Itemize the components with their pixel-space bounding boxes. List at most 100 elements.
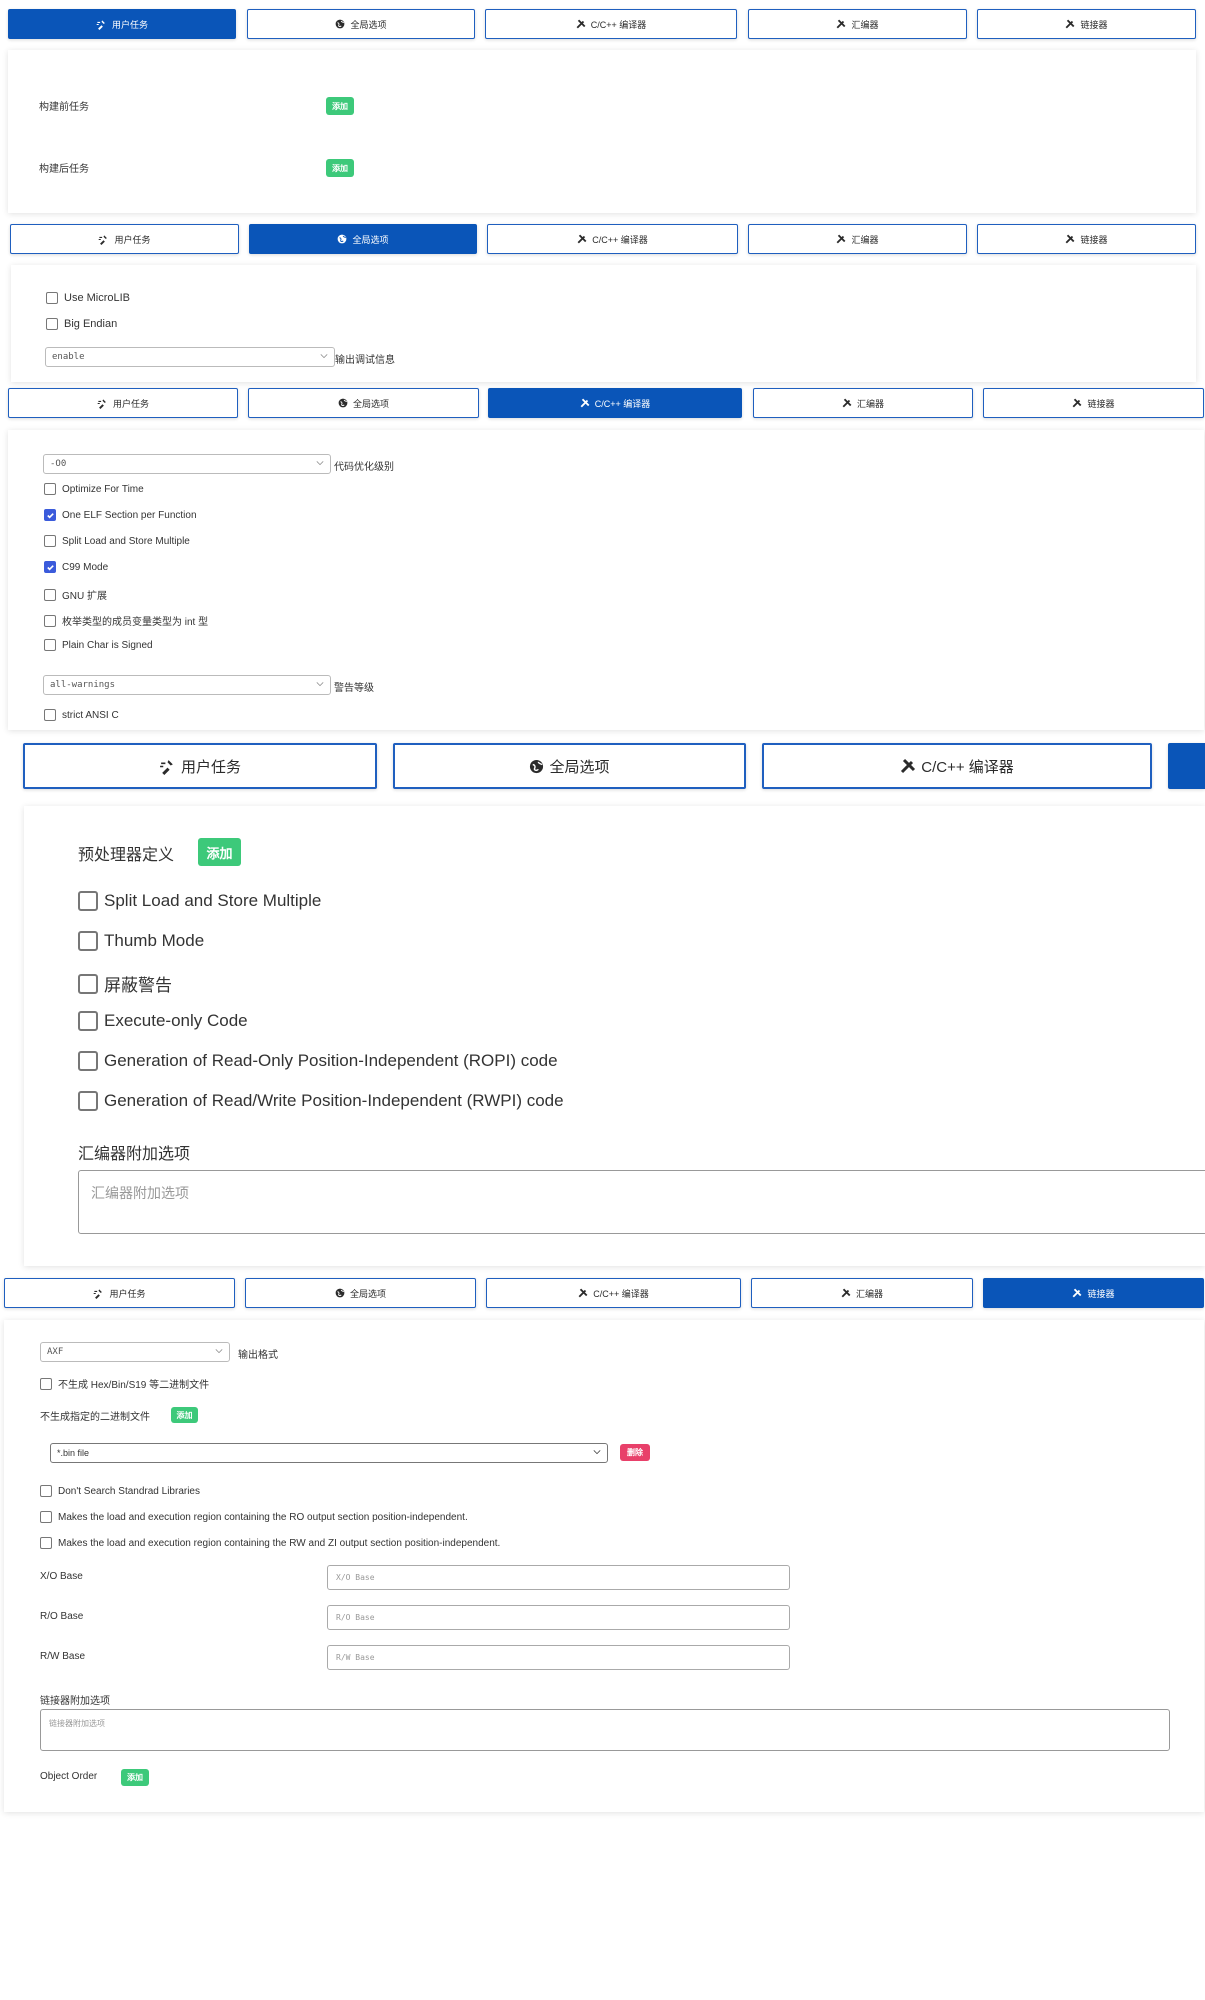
big-endian-checkbox[interactable]: Big Endian (46, 318, 117, 330)
tab-compiler[interactable]: C/C++ 编译器 (485, 9, 737, 39)
compiler-option-checkbox[interactable]: Optimize For Time (44, 483, 144, 495)
tab-assembler[interactable] (1168, 743, 1205, 789)
assembler-extra-textarea[interactable]: 汇编器附加选项 (78, 1170, 1205, 1234)
checkbox-box[interactable] (40, 1511, 52, 1523)
add-post-build-button[interactable]: 添加 (326, 159, 354, 177)
tab-compiler[interactable]: C/C++ 编译器 (487, 224, 738, 254)
assembler-option-checkbox[interactable]: Generation of Read/Write Position-Indepe… (78, 1091, 564, 1111)
globe-icon (529, 759, 544, 774)
warning-level-select[interactable]: all-warnings (43, 675, 331, 695)
compiler-option-checkbox[interactable]: Plain Char is Signed (44, 639, 153, 651)
checkbox-box[interactable] (46, 318, 58, 330)
checkbox-box[interactable] (40, 1485, 52, 1497)
assembler-option-checkbox[interactable]: 屏蔽警告 (78, 971, 172, 996)
tab-label: 用户任务 (114, 234, 151, 245)
xo-base-input[interactable]: X/O Base (327, 1565, 790, 1590)
tab-assembler[interactable]: 汇编器 (748, 9, 967, 39)
tab-global-options[interactable]: 全局选项 (393, 743, 746, 789)
tab-global-options[interactable]: 全局选项 (249, 224, 477, 254)
checkbox-box[interactable] (44, 535, 56, 547)
linker-extra-textarea[interactable]: 链接器附加选项 (40, 1709, 1170, 1751)
tab-compiler[interactable]: C/C++ 编译器 (488, 388, 742, 418)
tools-icon (576, 19, 586, 29)
assembler-option-checkbox[interactable]: Execute-only Code (78, 1011, 248, 1031)
run-icon (96, 19, 107, 30)
checkbox-box[interactable] (78, 1011, 98, 1031)
run-icon (93, 1288, 104, 1299)
tab-user-tasks[interactable]: 用户任务 (8, 388, 238, 418)
checkbox-box[interactable] (44, 483, 56, 495)
tab-linker[interactable]: 链接器 (983, 1278, 1204, 1308)
checkbox-box[interactable] (44, 709, 56, 721)
tab-label: 汇编器 (856, 398, 884, 409)
checkbox-box[interactable] (44, 509, 56, 521)
tab-global-options[interactable]: 全局选项 (247, 9, 475, 39)
tab-assembler[interactable]: 汇编器 (751, 1278, 973, 1308)
linker-option-checkbox[interactable]: Makes the load and execution region cont… (40, 1537, 500, 1549)
tab-linker[interactable]: 链接器 (977, 9, 1196, 39)
checkbox-box[interactable] (44, 561, 56, 573)
select-value: AXF (47, 1347, 64, 1357)
assembler-panel: 预处理器定义 添加 Split Load and Store Multiple T… (24, 806, 1205, 1266)
checkbox-label: Generation of Read/Write Position-Indepe… (104, 1091, 564, 1110)
strict-ansi-checkbox[interactable]: strict ANSI C (44, 709, 119, 721)
compiler-option-checkbox[interactable]: Split Load and Store Multiple (44, 535, 190, 547)
select-value: enable (52, 352, 85, 362)
checkbox-label: Optimize For Time (62, 483, 144, 495)
checkbox-box[interactable] (44, 639, 56, 651)
checkbox-box[interactable] (46, 292, 58, 304)
tab-user-tasks[interactable]: 用户任务 (8, 9, 236, 39)
assembler-option-checkbox[interactable]: Generation of Read-Only Position-Indepen… (78, 1051, 558, 1071)
tab-global-options[interactable]: 全局选项 (245, 1278, 476, 1308)
optimization-select[interactable]: -O0 (43, 454, 331, 474)
tab-label: 链接器 (1080, 234, 1108, 245)
chevron-down-icon (215, 1347, 223, 1358)
warning-level-label: 警告等级 (334, 683, 374, 694)
tab-user-tasks[interactable]: 用户任务 (23, 743, 377, 789)
checkbox-box[interactable] (40, 1377, 52, 1390)
tab-global-options[interactable]: 全局选项 (248, 388, 479, 418)
tab-compiler[interactable]: C/C++ 编译器 (486, 1278, 741, 1308)
debug-info-select[interactable]: enable (45, 347, 335, 367)
checkbox-box[interactable] (44, 614, 56, 627)
checkbox-box[interactable] (40, 1537, 52, 1549)
checkbox-box[interactable] (78, 1091, 98, 1111)
linker-option-checkbox[interactable]: Makes the load and execution region cont… (40, 1511, 468, 1523)
output-format-select[interactable]: AXF (40, 1342, 230, 1362)
tab-linker[interactable]: 链接器 (983, 388, 1204, 418)
add-pre-build-button[interactable]: 添加 (326, 97, 354, 115)
no-hex-bin-checkbox[interactable]: 不生成 Hex/Bin/S19 等二进制文件 (40, 1376, 209, 1391)
tab-user-tasks[interactable]: 用户任务 (4, 1278, 235, 1308)
tab-label: 汇编器 (851, 19, 879, 30)
checkbox-box[interactable] (78, 973, 98, 994)
add-object-order-button[interactable]: 添加 (121, 1769, 149, 1786)
assembler-option-checkbox[interactable]: Thumb Mode (78, 931, 204, 951)
compiler-option-checkbox[interactable]: C99 Mode (44, 561, 108, 573)
checkbox-box[interactable] (78, 931, 98, 951)
use-microlib-checkbox[interactable]: Use MicroLIB (46, 292, 130, 304)
bin-file-select[interactable]: *.bin file (50, 1443, 608, 1463)
add-no-bin-button[interactable]: 添加 (171, 1407, 198, 1423)
rw-base-input[interactable]: R/W Base (327, 1645, 790, 1670)
add-preprocessor-def-button[interactable]: 添加 (198, 838, 241, 866)
tab-linker[interactable]: 链接器 (977, 224, 1196, 254)
post-build-label: 构建后任务 (39, 164, 89, 175)
assembler-option-checkbox[interactable]: Split Load and Store Multiple (78, 891, 321, 911)
checkbox-box[interactable] (78, 1051, 98, 1071)
tab-assembler[interactable]: 汇编器 (753, 388, 973, 418)
chevron-down-icon (320, 352, 328, 363)
linker-option-checkbox[interactable]: Don't Search Standrad Libraries (40, 1485, 200, 1497)
tab-compiler[interactable]: C/C++ 编译器 (762, 743, 1152, 789)
compiler-option-checkbox[interactable]: GNU 扩展 (44, 587, 107, 602)
ro-base-input[interactable]: R/O Base (327, 1605, 790, 1630)
tab-label: 链接器 (1080, 19, 1108, 30)
checkbox-box[interactable] (78, 891, 98, 911)
tab-assembler[interactable]: 汇编器 (748, 224, 967, 254)
checkbox-label: Execute-only Code (104, 1011, 248, 1030)
delete-bin-file-button[interactable]: 删除 (620, 1444, 650, 1461)
pre-build-label: 构建前任务 (39, 102, 89, 113)
compiler-option-checkbox[interactable]: 枚举类型的成员变量类型为 int 型 (44, 613, 208, 628)
tab-user-tasks[interactable]: 用户任务 (10, 224, 239, 254)
checkbox-box[interactable] (44, 588, 56, 601)
compiler-option-checkbox[interactable]: One ELF Section per Function (44, 509, 197, 521)
